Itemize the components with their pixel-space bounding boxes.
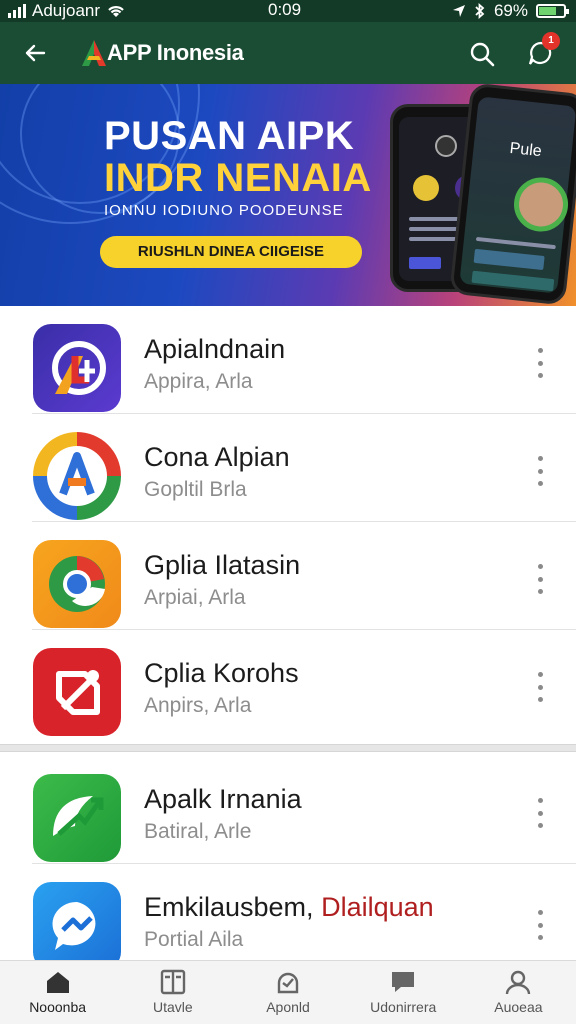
nav-item-home[interactable]: Nooonba [0,961,115,1024]
battery-percent: 69% [493,1,528,20]
nav-item-book[interactable]: Utavle [115,961,230,1024]
nav-label: Udonirrera [370,999,437,1015]
banner-phone-image: Pule [449,84,576,306]
nav-label: Nooonba [29,999,87,1015]
banner-phone-label: Pule [508,139,543,161]
section-divider [0,744,576,752]
more-options-icon[interactable] [530,796,550,830]
profile-icon [506,970,531,995]
nav-item-messages[interactable]: Udonirrera [346,961,461,1024]
app-subtitle: Batiral, Arle [144,820,252,843]
book-icon [160,969,185,995]
more-options-icon[interactable] [530,454,550,488]
orange-chrome-app-icon [33,540,121,628]
app-name-main: Emkilausbem, [144,892,314,922]
red-tag-app-icon [33,648,121,736]
list-item[interactable]: Cplia Korohs Anpirs, Arla [0,630,576,744]
apps-icon [277,972,299,994]
app-name: Cona Alpian [144,442,290,472]
search-icon[interactable] [468,40,496,68]
list-item[interactable]: Emkilausbem, Dlailquan Portial Aila [0,864,576,970]
status-time: 0:09 [268,0,302,19]
banner-subtitle: IONNU IODIUNO POODEUNSE [104,202,344,219]
banner-title-line1: PUSAN AIPK [104,114,355,158]
app-subtitle: Appira, Arla [144,370,253,393]
more-options-icon[interactable] [530,562,550,596]
more-options-icon[interactable] [530,908,550,942]
message-icon [392,972,415,992]
app-subtitle: Portial Aila [144,928,244,951]
promo-banner[interactable]: PUSAN AIPK INDR NENAIA IONNU IODIUNO POO… [0,84,576,306]
location-icon [452,5,465,17]
app-subtitle: Anpirs, Arla [144,694,252,717]
app-bar: APP Inonesia 1 [0,22,576,84]
app-name: Cplia Korohs [144,658,299,688]
nav-item-profile[interactable]: Auoeaa [461,961,576,1024]
app-subtitle: Arpiai, Arla [144,586,246,609]
purple-arrow-app-icon [33,324,121,412]
app-name-highlight: Dlailquan [321,892,434,922]
carrier-name: Adujoanr [32,1,101,20]
app-list: Apialndnain Appira, Arla Cona Alpian Gop… [0,306,576,970]
bottom-navigation: Nooonba Utavle Aponld Udonirrera Auoeaa [0,960,576,1024]
wifi-icon [108,6,124,17]
nav-label: Auoeaa [494,999,543,1015]
app-logo-icon [82,40,106,66]
more-options-icon[interactable] [530,346,550,380]
app-name: Emkilausbem, Dlailquan [144,892,434,923]
battery-icon [536,4,569,18]
banner-cta-button[interactable]: RIUSHLN DINEA CIIGEISE [100,236,362,268]
list-item[interactable]: Cona Alpian Gopltil Brla [0,414,576,522]
nav-label: Utavle [152,999,193,1015]
list-item[interactable]: Apalk Irnania Batiral, Arle [0,752,576,864]
list-item[interactable]: Apialndnain Appira, Arla [0,306,576,414]
blue-messenger-app-icon [33,882,121,970]
blue-a-app-icon [33,432,121,520]
nav-label: Aponld [266,999,310,1015]
bluetooth-icon [475,3,485,19]
status-bar: Adujoanr 0:09 69% [0,0,576,22]
nav-item-apps[interactable]: Aponld [230,961,345,1024]
signal-icon [8,4,26,18]
more-options-icon[interactable] [530,670,550,704]
list-item[interactable]: Gplia Ilatasin Arpiai, Arla [0,522,576,630]
back-arrow-icon[interactable] [20,38,50,68]
app-title: APP Inonesia [107,40,244,65]
green-chart-app-icon [33,774,121,862]
app-name: Gplia Ilatasin [144,550,301,580]
banner-title-line2: INDR NENAIA [104,156,372,200]
home-icon [46,972,69,993]
app-name: Apialndnain [144,334,286,364]
notification-badge: 1 [542,32,560,50]
app-subtitle: Gopltil Brla [144,478,247,501]
app-name: Apalk Irnania [144,784,302,814]
